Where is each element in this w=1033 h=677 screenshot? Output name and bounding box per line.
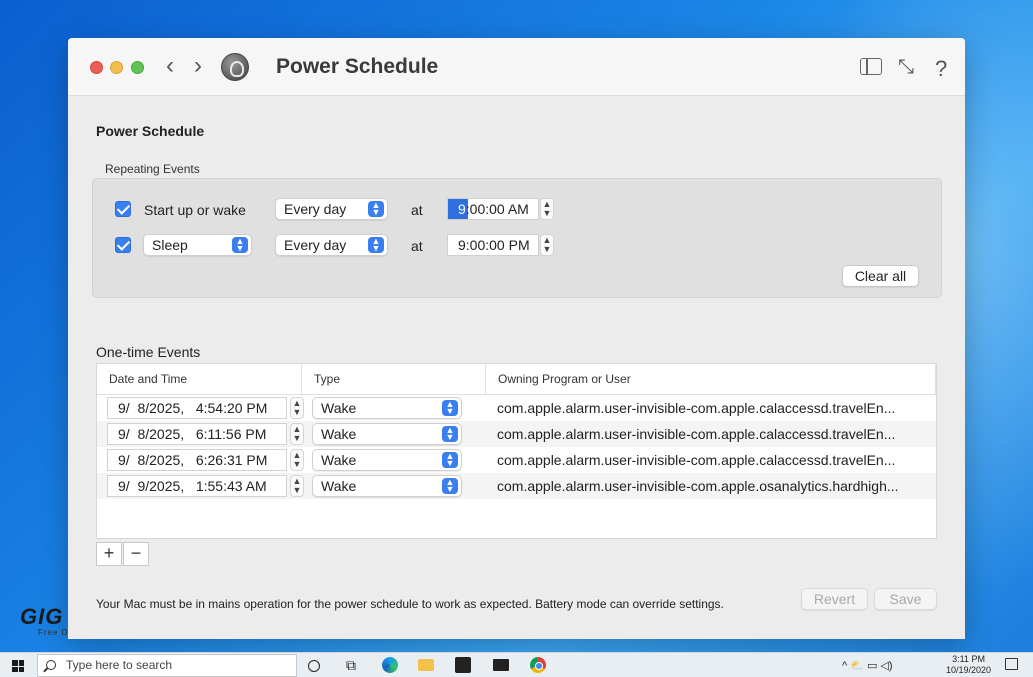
chevron-updown-icon: ▲ ▼ <box>232 237 248 253</box>
store-icon[interactable] <box>455 657 471 673</box>
section-heading: Power Schedule <box>96 123 205 139</box>
save-button[interactable]: Save <box>874 588 937 610</box>
sleep-checkbox[interactable] <box>115 237 131 253</box>
cortana-icon[interactable] <box>308 660 320 672</box>
file-explorer-icon[interactable] <box>418 659 434 671</box>
table-row[interactable]: 9/ 9/2025, 1:55:43 AM ▲ ▼ Wake ▲ ▼ com.app… <box>97 473 936 499</box>
startup-time-stepper[interactable]: ▲ ▼ <box>540 198 554 220</box>
table-row[interactable]: 9/ 8/2025, 4:54:20 PM ▲ ▼ Wake ▲ ▼ com.app… <box>97 395 936 421</box>
taskbar-search-input[interactable]: Type here to search <box>37 654 297 677</box>
notification-center-icon[interactable] <box>1005 658 1018 670</box>
datetime-field[interactable]: 9/ 9/2025, 1:55:43 AM <box>107 475 287 497</box>
datetime-field[interactable]: 9/ 8/2025, 6:26:31 PM <box>107 449 287 471</box>
type-select[interactable]: Wake ▲ ▼ <box>312 475 462 497</box>
datetime-stepper[interactable]: ▲ ▼ <box>290 423 304 445</box>
chevron-updown-icon: ▲ ▼ <box>442 426 458 442</box>
at-label: at <box>411 202 423 218</box>
close-window-button[interactable] <box>90 61 103 74</box>
sleep-event-select[interactable]: Sleep ▲ ▼ <box>143 234 252 256</box>
sleep-time-field[interactable]: 9:00:00 PM <box>447 234 539 256</box>
windows-start-icon[interactable] <box>12 660 24 672</box>
edge-browser-icon[interactable] <box>382 657 398 673</box>
table-row[interactable]: 9/ 8/2025, 6:26:31 PM ▲ ▼ Wake ▲ ▼ com.app… <box>97 447 936 473</box>
one-time-events-label: One-time Events <box>96 344 201 360</box>
type-select[interactable]: Wake ▲ ▼ <box>312 423 462 445</box>
chevron-updown-icon: ▲ ▼ <box>442 478 458 494</box>
mail-icon[interactable] <box>493 659 509 671</box>
column-header-type[interactable]: Type <box>302 364 486 394</box>
repeating-events-label: Repeating Events <box>105 162 200 176</box>
power-app-icon <box>221 53 249 81</box>
power-footnote: Your Mac must be in mains operation for … <box>96 597 724 611</box>
startup-wake-checkbox[interactable] <box>115 201 131 217</box>
remove-event-button[interactable]: − <box>123 542 149 566</box>
chevron-updown-icon: ▲ ▼ <box>368 237 384 253</box>
watermark-logo: GIG Free D <box>20 604 69 637</box>
power-schedule-window: ‹ › Power Schedule ⤡ ? Power Schedule Re… <box>68 38 965 639</box>
window-title: Power Schedule <box>276 55 439 78</box>
minimize-window-button[interactable] <box>110 61 123 74</box>
type-select[interactable]: Wake ▲ ▼ <box>312 397 462 419</box>
task-view-icon[interactable]: ⧉ <box>343 657 359 673</box>
chrome-browser-icon[interactable] <box>530 657 546 673</box>
datetime-stepper[interactable]: ▲ ▼ <box>290 397 304 419</box>
datetime-field[interactable]: 9/ 8/2025, 4:54:20 PM <box>107 397 287 419</box>
windows-taskbar: Type here to search ⧉ ^ ⛅ ▭ ◁) 3:11 PM 1… <box>0 652 1033 677</box>
startup-time-field[interactable]: 9:00:00 AM <box>447 198 539 220</box>
back-arrow-icon[interactable]: ‹ <box>166 54 174 78</box>
sleep-time-stepper[interactable]: ▲ ▼ <box>540 234 554 256</box>
startup-wake-label: Start up or wake <box>144 202 246 218</box>
startup-frequency-select[interactable]: Every day ▲ ▼ <box>275 198 388 220</box>
collapse-arrows-icon[interactable]: ⤡ <box>898 56 914 79</box>
datetime-stepper[interactable]: ▲ ▼ <box>290 449 304 471</box>
at-label: at <box>411 238 423 254</box>
search-icon <box>46 660 56 670</box>
help-icon[interactable]: ? <box>935 56 947 82</box>
system-tray-icons[interactable]: ^ ⛅ ▭ ◁) <box>842 659 893 672</box>
zoom-window-button[interactable] <box>131 61 144 74</box>
clear-all-button[interactable]: Clear all <box>842 265 919 287</box>
forward-arrow-icon[interactable]: › <box>194 54 202 78</box>
taskbar-clock[interactable]: 3:11 PM 10/19/2020 <box>946 654 991 676</box>
one-time-events-table: Date and Time Type Owning Program or Use… <box>96 363 937 539</box>
column-header-owner[interactable]: Owning Program or User <box>486 364 936 394</box>
add-event-button[interactable]: + <box>96 542 122 566</box>
repeating-events-box: Start up or wake Every day ▲ ▼ at 9:00:00… <box>92 178 942 298</box>
title-bar: ‹ › Power Schedule ⤡ ? <box>68 38 965 96</box>
owner-cell: com.apple.alarm.user-invisible-com.apple… <box>497 478 899 494</box>
datetime-stepper[interactable]: ▲ ▼ <box>290 475 304 497</box>
table-row[interactable]: 9/ 8/2025, 6:11:56 PM ▲ ▼ Wake ▲ ▼ com.app… <box>97 421 936 447</box>
chevron-updown-icon: ▲ ▼ <box>442 452 458 468</box>
datetime-field[interactable]: 9/ 8/2025, 6:11:56 PM <box>107 423 287 445</box>
owner-cell: com.apple.alarm.user-invisible-com.apple… <box>497 426 896 442</box>
column-header-date[interactable]: Date and Time <box>97 364 302 394</box>
sleep-frequency-select[interactable]: Every day ▲ ▼ <box>275 234 388 256</box>
sidebar-toggle-icon[interactable] <box>860 58 882 75</box>
owner-cell: com.apple.alarm.user-invisible-com.apple… <box>497 400 896 416</box>
owner-cell: com.apple.alarm.user-invisible-com.apple… <box>497 452 896 468</box>
type-select[interactable]: Wake ▲ ▼ <box>312 449 462 471</box>
chevron-updown-icon: ▲ ▼ <box>368 201 384 217</box>
revert-button[interactable]: Revert <box>801 588 868 610</box>
chevron-updown-icon: ▲ ▼ <box>442 400 458 416</box>
